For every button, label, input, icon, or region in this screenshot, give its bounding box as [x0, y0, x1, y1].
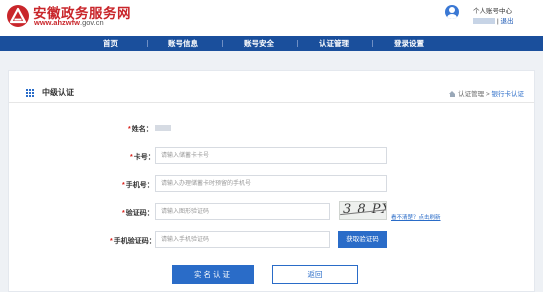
- site-url: www.ahzwfw.gov.cn: [34, 18, 104, 27]
- site-url-bold: www.ahzwfw: [34, 18, 80, 27]
- nav-item-auth-management[interactable]: 认证管理: [319, 36, 349, 51]
- name-label: *姓名：: [128, 124, 153, 134]
- nav-separator: [222, 40, 223, 47]
- captcha-label-text: 验证码：: [125, 210, 154, 217]
- card-number-input[interactable]: [155, 147, 387, 164]
- name-label-text: 姓名：: [131, 126, 153, 133]
- phone-input[interactable]: [155, 175, 387, 192]
- nav-separator: [372, 40, 373, 47]
- nav-item-home[interactable]: 首页: [103, 36, 118, 51]
- site-url-rest: .gov.cn: [79, 18, 104, 27]
- user-center-link[interactable]: 个人账号中心: [473, 5, 512, 15]
- nav-separator: [297, 40, 298, 47]
- refresh-captcha-link[interactable]: 看不清楚？点击刷新: [391, 213, 441, 221]
- name-value-redacted: [155, 125, 171, 131]
- captcha-input[interactable]: [155, 203, 330, 220]
- captcha-label: *验证码：: [122, 208, 154, 218]
- get-sms-code-button[interactable]: 获取验证码: [338, 231, 387, 248]
- breadcrumb: 认证管理 > 银行卡认证: [449, 88, 524, 98]
- back-button[interactable]: 返回: [272, 265, 358, 284]
- province-logo-icon[interactable]: [6, 4, 30, 28]
- user-avatar-icon[interactable]: [445, 5, 459, 19]
- nav-item-account-info[interactable]: 账号信息: [168, 36, 198, 51]
- card-label: *卡号：: [130, 152, 155, 162]
- site-header: 安徽政务服务网 www.ahzwfw.gov.cn 个人账号中心 | 退出: [0, 0, 543, 36]
- sms-code-input[interactable]: [155, 231, 330, 248]
- home-icon: [449, 91, 456, 97]
- phone-label: *手机号：: [122, 180, 154, 190]
- required-mark: *: [122, 210, 125, 217]
- captcha-text: 3 8 PX: [343, 202, 387, 217]
- submit-auth-button[interactable]: 实名认证: [172, 265, 254, 284]
- user-name-redacted: [473, 18, 495, 25]
- required-mark: *: [128, 126, 131, 133]
- phone-label-text: 手机号：: [125, 182, 154, 189]
- required-mark: *: [110, 238, 113, 245]
- nav-item-account-security[interactable]: 账号安全: [244, 36, 274, 51]
- user-line: | 退出: [473, 15, 514, 25]
- nav-separator: [147, 40, 148, 47]
- required-mark: *: [122, 182, 125, 189]
- captcha-image[interactable]: 3 8 PX: [339, 201, 387, 220]
- card-label-text: 卡号：: [133, 154, 155, 161]
- nav-item-login-settings[interactable]: 登录设置: [394, 36, 424, 51]
- logout-link[interactable]: 退出: [501, 18, 514, 25]
- main-nav: 首页 账号信息 账号安全 认证管理 登录设置: [0, 36, 543, 51]
- panel-header: 中级认证 认证管理 > 银行卡认证: [9, 85, 534, 103]
- page-title: 中级认证: [42, 88, 74, 97]
- required-mark: *: [130, 154, 133, 161]
- sms-code-label: *手机验证码：: [110, 236, 156, 246]
- grid-icon: [26, 89, 34, 97]
- breadcrumb-current: 银行卡认证: [491, 91, 525, 98]
- sms-label-text: 手机验证码：: [113, 238, 156, 245]
- breadcrumb-parent[interactable]: 认证管理: [458, 91, 484, 98]
- breadcrumb-separator: >: [485, 91, 490, 98]
